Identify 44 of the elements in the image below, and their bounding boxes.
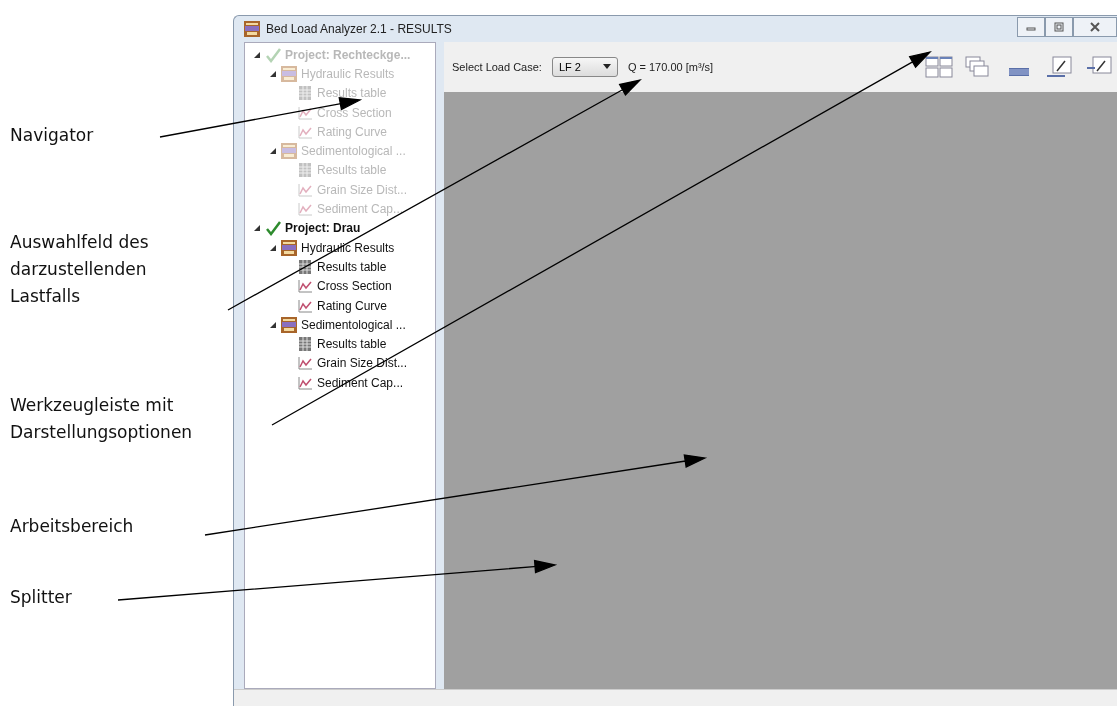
line-chart-icon — [297, 355, 313, 372]
close-icon — [1089, 21, 1101, 33]
arrow-window-icon[interactable] — [1045, 56, 1073, 78]
maximize-button[interactable] — [1045, 17, 1073, 37]
annotation-label: Arbeitsbereich — [10, 515, 134, 538]
table-icon — [297, 336, 313, 353]
table-icon — [297, 85, 313, 102]
line-chart-icon — [297, 374, 313, 391]
tree-item[interactable]: Project: Drau — [285, 221, 361, 236]
expand-icon[interactable] — [269, 243, 277, 252]
app-icon — [281, 143, 297, 160]
line-chart-icon — [297, 278, 313, 295]
load-case-dropdown[interactable]: LF 2 — [551, 57, 618, 77]
tile-windows-icon[interactable] — [925, 56, 953, 78]
annotation-label: Splitter — [10, 586, 72, 609]
caret-icon — [602, 64, 611, 70]
line-chart-icon — [297, 297, 313, 314]
line-chart-icon — [297, 104, 313, 121]
app-icon — [281, 65, 297, 82]
tree-item[interactable]: Results table — [317, 259, 387, 274]
minimize-button[interactable] — [1017, 17, 1045, 37]
line-chart-icon — [297, 201, 313, 217]
app-icon — [244, 21, 260, 37]
discharge-value: Q = 170.00 [m³/s] — [627, 61, 714, 73]
tree-item[interactable]: Results table — [317, 337, 387, 352]
app-icon — [281, 316, 297, 333]
load-case-label: Select Load Case: — [452, 61, 542, 73]
annotation-label: Navigator — [10, 124, 94, 147]
tree-item[interactable]: Sedimentological ... — [301, 317, 406, 332]
close-button[interactable] — [1073, 17, 1117, 37]
tree-item[interactable]: Cross Section — [317, 279, 392, 294]
line-chart-icon — [297, 181, 313, 198]
table-icon — [297, 258, 313, 275]
tree-item[interactable]: Rating Curve — [317, 298, 388, 313]
window-title: Bed Load Analyzer 2.1 - RESULTS — [266, 22, 452, 36]
line-chart-icon — [297, 123, 313, 140]
expand-icon[interactable] — [253, 224, 261, 233]
restore-icon — [1053, 21, 1065, 33]
annotation-label: Werkzeugleiste mit Darstellungsoptionen — [10, 394, 194, 444]
expand-icon[interactable] — [269, 320, 277, 329]
tree-item[interactable]: Grain Size Dist... — [317, 356, 408, 371]
app-icon — [281, 239, 297, 256]
annotation-label: Auswahlfeld des darzustellenden Lastfalls — [10, 231, 150, 308]
table-icon — [297, 162, 313, 179]
